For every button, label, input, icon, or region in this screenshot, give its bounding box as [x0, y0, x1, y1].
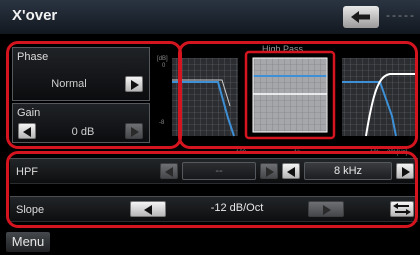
arrow-right-icon: [323, 205, 331, 215]
gain-panel: Gain 0 dB: [12, 103, 150, 143]
arrow-left-icon: [165, 167, 173, 177]
hpf-low-decrease-button[interactable]: [160, 163, 178, 179]
arrow-right-icon: [131, 80, 139, 90]
menu-button[interactable]: Menu: [6, 232, 50, 252]
hpf-row: HPF -- 8 kHz: [10, 158, 418, 184]
phase-value: Normal: [51, 78, 87, 90]
slope-swap-button[interactable]: [390, 201, 414, 217]
back-arrow-icon: [351, 11, 370, 23]
arrow-left-icon: [287, 167, 295, 177]
x-tick-100: 100: [236, 150, 247, 156]
hpf-freq-value: 8 kHz: [304, 162, 392, 180]
arrow-right-icon: [402, 167, 410, 177]
status-dashes: -----: [386, 8, 416, 22]
graph-left-panel[interactable]: [172, 58, 238, 137]
hpf-label: HPF: [16, 166, 38, 178]
x-tick-20k: 20k[Hz]: [387, 150, 408, 156]
arrow-right-icon: [266, 167, 274, 177]
slope-row: Slope -12 dB/Oct: [10, 196, 418, 222]
x-tick-1k: 1k: [294, 150, 301, 156]
graph-center-panel[interactable]: [244, 50, 336, 140]
gain-value: 0 dB: [71, 126, 95, 138]
page-title: X'over: [12, 7, 58, 24]
crossover-graph: [172, 50, 418, 140]
hpf-low-value: --: [182, 162, 256, 180]
arrow-left-icon: [23, 127, 31, 137]
gain-increase-button[interactable]: [125, 123, 143, 139]
slope-label: Slope: [16, 204, 45, 216]
back-button[interactable]: [343, 6, 379, 28]
arrow-right-icon: [131, 127, 139, 137]
gain-label: Gain: [17, 107, 41, 119]
phase-next-button[interactable]: [125, 76, 143, 92]
y-tick-db: [dB]: [157, 56, 168, 62]
y-tick-0: 0: [162, 63, 166, 69]
hpf-low-increase-button[interactable]: [260, 163, 278, 179]
slope-decrease-button[interactable]: [130, 201, 166, 217]
hpf-freq-decrease-button[interactable]: [282, 163, 300, 179]
hpf-freq-increase-button[interactable]: [396, 163, 414, 179]
slope-increase-button[interactable]: [308, 201, 344, 217]
y-tick-minus8: -8: [159, 120, 165, 126]
graph-right-panel[interactable]: [342, 58, 418, 137]
bottom-bar: [0, 231, 420, 255]
phase-label: Phase: [17, 51, 49, 63]
slope-value: -12 dB/Oct: [210, 202, 264, 214]
arrow-left-icon: [144, 205, 152, 215]
swap-arrows-icon: [393, 203, 411, 215]
gain-decrease-button[interactable]: [18, 123, 36, 139]
x-tick-10k: 10k: [370, 150, 380, 156]
phase-panel: Phase Normal: [12, 47, 150, 101]
